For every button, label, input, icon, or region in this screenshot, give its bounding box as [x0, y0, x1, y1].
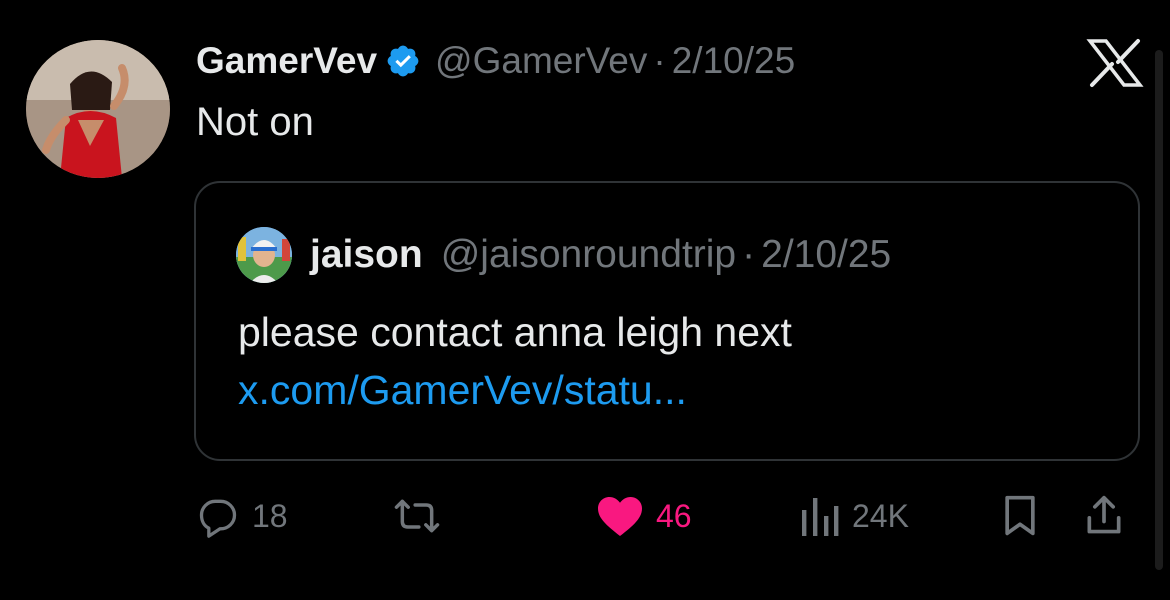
tweet-text: Not on: [196, 100, 314, 144]
quoted-tweet-link[interactable]: x.com/GamerVev/statu...: [238, 367, 687, 413]
quoted-tweet-body: please contact anna leigh next: [238, 309, 792, 355]
x-logo-icon: [1086, 38, 1144, 88]
reply-count: 18: [252, 497, 288, 534]
like-button[interactable]: 46: [596, 488, 692, 544]
heart-icon: [596, 494, 644, 538]
quoted-author-handle[interactable]: @jaisonroundtrip: [441, 233, 736, 277]
quoted-author-display-name[interactable]: jaison: [310, 233, 423, 277]
share-icon: [1084, 494, 1124, 538]
header-separator: ·: [653, 40, 666, 81]
view-count: 24K: [852, 497, 909, 534]
like-count: 46: [656, 497, 692, 534]
author-handle[interactable]: @GamerVev: [435, 40, 647, 82]
author-avatar[interactable]: [26, 40, 170, 178]
views-button[interactable]: 24K: [800, 488, 909, 544]
scrollbar[interactable]: [1155, 50, 1163, 570]
reply-button[interactable]: 18: [196, 488, 288, 544]
quoted-author-avatar[interactable]: [236, 227, 292, 283]
verified-badge-icon: [385, 43, 421, 79]
quoted-tweet-card[interactable]: jaison @jaisonroundtrip · 2/10/25 please…: [194, 181, 1140, 461]
bar-chart-icon: [800, 494, 840, 538]
retweet-icon: [392, 494, 442, 538]
comment-bubble-icon: [196, 494, 240, 538]
share-button[interactable]: [1084, 488, 1124, 544]
retweet-button[interactable]: [392, 488, 442, 544]
tweet-date[interactable]: 2/10/25: [672, 40, 795, 82]
tweet-action-bar: 18 46 24K: [0, 488, 1170, 544]
quoted-header-separator: ·: [742, 233, 756, 276]
quoted-tweet-header: jaison @jaisonroundtrip · 2/10/25: [236, 227, 891, 283]
quoted-tweet-date[interactable]: 2/10/25: [761, 233, 891, 277]
tweet-header: GamerVev @GamerVev · 2/10/25: [196, 38, 795, 84]
quoted-tweet-text: please contact anna leigh next x.com/Gam…: [238, 303, 1098, 419]
bookmark-icon: [1000, 494, 1040, 538]
author-display-name[interactable]: GamerVev: [196, 40, 377, 82]
bookmark-button[interactable]: [1000, 488, 1040, 544]
